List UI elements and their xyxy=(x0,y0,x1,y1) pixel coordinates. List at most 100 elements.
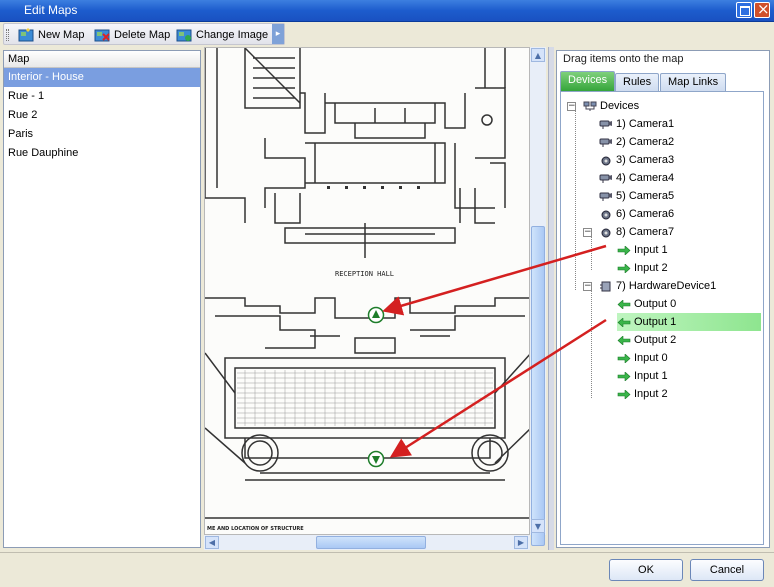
map-list-item[interactable]: Paris xyxy=(4,125,200,144)
dome-camera-icon xyxy=(601,210,611,219)
tree-label: Output 2 xyxy=(634,334,677,346)
tree-node-camera7-input2[interactable]: Input 2 xyxy=(617,259,668,277)
tab-map-links[interactable]: Map Links xyxy=(660,73,727,91)
new-map-button[interactable]: New Map xyxy=(18,26,84,43)
tree-node-devices[interactable]: Devices xyxy=(583,97,639,115)
tree-label: Input 2 xyxy=(634,262,668,274)
tree-label: 1) Camera1 xyxy=(616,118,675,130)
device-panel: Drag items onto the map Devices Rules Ma… xyxy=(556,50,770,548)
tree-node-camera5[interactable]: 5) Camera5 xyxy=(599,187,674,205)
tree-label: Input 1 xyxy=(634,244,668,256)
change-image-icon xyxy=(176,29,192,41)
collapse-hardware-icon[interactable]: − xyxy=(583,282,592,291)
new-map-label: New Map xyxy=(38,28,85,41)
tree-node-camera1[interactable]: 1) Camera1 xyxy=(599,115,674,133)
tree-label: Input 1 xyxy=(634,370,668,382)
tree-node-camera7-input1[interactable]: Input 1 xyxy=(617,241,668,259)
delete-map-icon xyxy=(94,29,110,41)
tree-line xyxy=(575,110,576,290)
tree-label: 6) Camera6 xyxy=(616,208,675,220)
map-horizontal-scrollbar[interactable]: ◀ ▶ xyxy=(204,535,530,550)
output-arrow-icon xyxy=(617,335,631,345)
camera-icon xyxy=(599,138,612,147)
map-list-panel: Map Interior - House Rue - 1 Rue 2 Paris… xyxy=(3,50,201,548)
tree-node-output1[interactable]: Output 1 xyxy=(617,313,761,331)
camera-icon xyxy=(599,120,612,129)
tree-node-camera6[interactable]: 6) Camera6 xyxy=(599,205,674,223)
collapse-camera7-icon[interactable]: − xyxy=(583,228,592,237)
new-map-icon xyxy=(18,27,34,41)
title-bar: Edit Maps xyxy=(0,0,774,22)
maximize-button[interactable] xyxy=(736,2,752,18)
scroll-up-icon[interactable]: ▲ xyxy=(531,48,545,62)
tree-label: Devices xyxy=(600,100,640,112)
tree-label: Output 0 xyxy=(634,298,677,310)
cancel-button[interactable]: Cancel xyxy=(690,559,764,581)
network-devices-icon xyxy=(583,101,597,111)
tree-node-input1[interactable]: Input 1 xyxy=(617,367,668,385)
change-image-button[interactable]: Change Image xyxy=(176,26,268,43)
input-arrow-icon xyxy=(617,245,631,255)
tree-label: 4) Camera4 xyxy=(616,172,675,184)
input-arrow-icon xyxy=(617,389,631,399)
scroll-right-icon[interactable]: ▶ xyxy=(514,536,528,549)
scroll-left-icon[interactable]: ◀ xyxy=(205,536,219,549)
tree-node-camera2[interactable]: 2) Camera2 xyxy=(599,133,674,151)
collapse-devices-icon[interactable]: − xyxy=(567,102,576,111)
dialog-footer: OK Cancel xyxy=(0,552,774,587)
map-output-marker-icon[interactable] xyxy=(367,450,385,468)
device-tree: − Devices 1) Camera1 2) Camera2 3) Camer… xyxy=(560,91,764,545)
tree-node-output0[interactable]: Output 0 xyxy=(617,295,676,313)
map-canvas[interactable]: RECEPTION HALL ME AND LOCATION OF STRUCT… xyxy=(204,47,530,535)
map-input-marker-icon[interactable] xyxy=(367,306,385,324)
ok-button[interactable]: OK xyxy=(609,559,683,581)
input-arrow-icon xyxy=(617,371,631,381)
tree-node-camera7[interactable]: 8) Camera7 xyxy=(599,223,674,241)
tree-node-input0[interactable]: Input 0 xyxy=(617,349,668,367)
camera-icon xyxy=(599,192,612,201)
map-vertical-scrollbar[interactable]: ▲ ▼ xyxy=(530,47,546,546)
toolbar-grip[interactable] xyxy=(6,29,9,41)
map-list-item[interactable]: Rue Dauphine xyxy=(4,144,200,163)
tree-label: 7) HardwareDevice1 xyxy=(616,280,717,292)
panel-splitter[interactable] xyxy=(548,47,554,550)
scroll-down-icon[interactable]: ▼ xyxy=(531,519,545,533)
tree-label: Input 0 xyxy=(634,352,668,364)
change-image-label: Change Image xyxy=(196,28,269,41)
close-button[interactable] xyxy=(754,0,770,18)
tree-label: 2) Camera2 xyxy=(616,136,675,148)
map-list-header: Map xyxy=(4,51,200,68)
tree-label: 3) Camera3 xyxy=(616,154,675,166)
tree-node-hardware-device[interactable]: 7) HardwareDevice1 xyxy=(599,277,716,295)
map-list-item[interactable]: Interior - House xyxy=(4,68,200,87)
tree-node-input2[interactable]: Input 2 xyxy=(617,385,668,403)
input-arrow-icon xyxy=(617,263,631,273)
input-arrow-icon xyxy=(617,353,631,363)
plan-footer-label: ME AND LOCATION OF STRUCTURE xyxy=(207,526,304,532)
tree-label: Input 2 xyxy=(634,388,668,400)
hardware-device-icon xyxy=(600,281,611,291)
tab-devices[interactable]: Devices xyxy=(560,71,616,91)
vertical-scroll-thumb[interactable] xyxy=(531,226,545,546)
tab-rules[interactable]: Rules xyxy=(615,73,660,91)
tree-node-output2[interactable]: Output 2 xyxy=(617,331,676,349)
tree-line xyxy=(591,290,592,398)
window-title: Edit Maps xyxy=(24,3,78,17)
dome-camera-icon xyxy=(601,228,611,237)
room-label: RECEPTION HALL xyxy=(335,270,394,278)
tree-label: 5) Camera5 xyxy=(616,190,675,202)
toolbar: New Map Delete Map Change Image ▸ xyxy=(3,23,285,45)
camera-icon xyxy=(599,174,612,183)
map-list-item[interactable]: Rue 2 xyxy=(4,106,200,125)
tree-node-camera3[interactable]: 3) Camera3 xyxy=(599,151,674,169)
delete-map-button[interactable]: Delete Map xyxy=(94,26,170,43)
map-list-item[interactable]: Rue - 1 xyxy=(4,87,200,106)
tree-label: Output 1 xyxy=(634,316,677,328)
device-panel-caption: Drag items onto the map xyxy=(563,53,684,65)
tree-label: 8) Camera7 xyxy=(616,226,675,238)
tree-node-camera4[interactable]: 4) Camera4 xyxy=(599,169,674,187)
toolbar-overflow-chevron-icon[interactable]: ▸ xyxy=(272,24,284,44)
horizontal-scroll-thumb[interactable] xyxy=(316,536,426,549)
dome-camera-icon xyxy=(601,156,611,165)
output-arrow-icon xyxy=(617,299,631,309)
